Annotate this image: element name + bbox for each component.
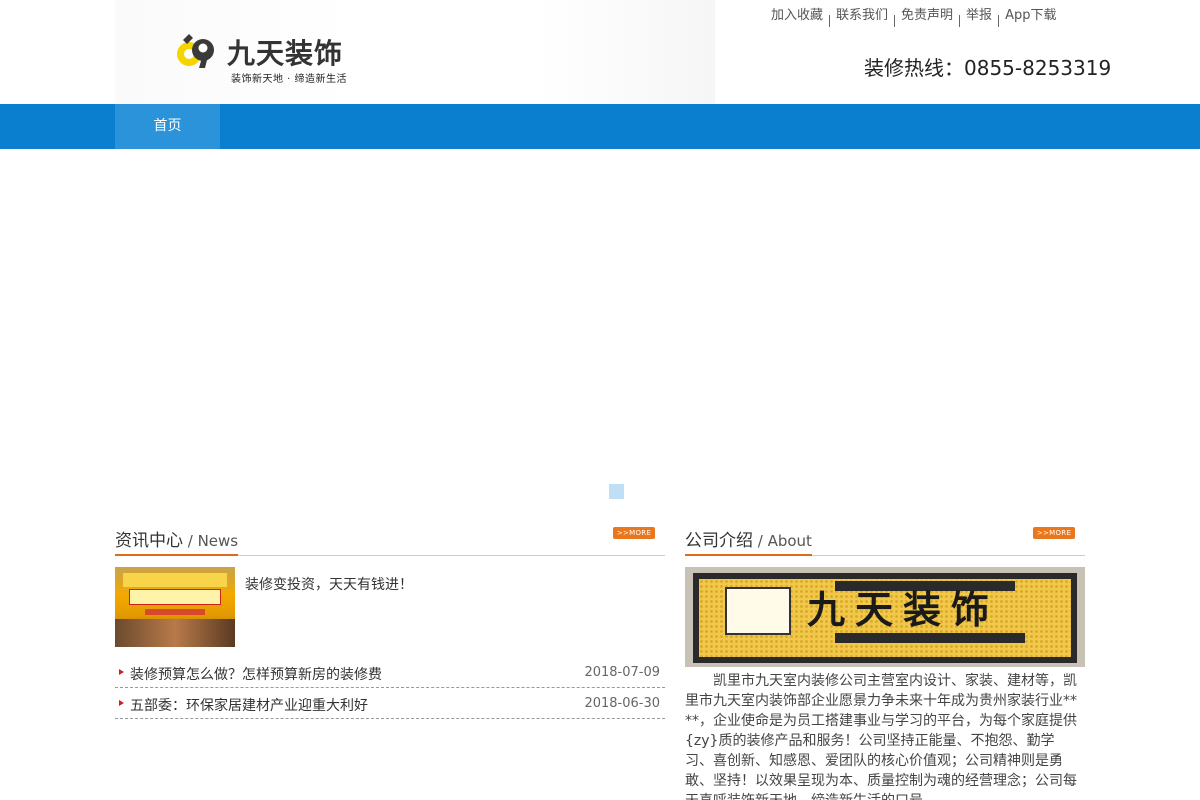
- news-section-header: 资讯中心 / News >>MORE: [115, 522, 665, 556]
- about-section-title: 公司介绍 / About: [685, 526, 812, 556]
- contact-us-link[interactable]: 联系我们: [830, 7, 894, 25]
- add-favorite-link[interactable]: 加入收藏: [765, 7, 829, 25]
- news-item-title[interactable]: 装修预算怎么做？怎样预算新房的装修费: [130, 664, 382, 684]
- top-links: 加入收藏 联系我们 免责声明 举报 App下载: [765, 5, 1062, 27]
- bullet-icon: [119, 700, 124, 706]
- sign-brand-text: 九天装饰: [807, 588, 1000, 632]
- main-nav: 首页: [0, 104, 1200, 149]
- banner-slider: [0, 149, 1200, 509]
- about-more-button[interactable]: >>MORE: [1033, 527, 1075, 539]
- about-description: 凯里市九天室内装修公司主营室内设计、家装、建材等，凯里市九天室内装饰部企业愿景力…: [685, 673, 1077, 800]
- logo-title: 九天装饰: [227, 37, 344, 70]
- nav-item-home[interactable]: 首页: [115, 104, 220, 149]
- news-featured-title[interactable]: 装修变投资，天天有钱进！: [245, 574, 413, 594]
- report-link[interactable]: 举报: [960, 7, 998, 25]
- bullet-icon: [119, 669, 124, 675]
- about-title-cn: 公司介绍: [685, 531, 753, 551]
- about-title-en: / About: [753, 532, 812, 550]
- news-title-en: / News: [183, 532, 239, 550]
- news-item-date: 2018-07-09: [584, 665, 660, 680]
- news-list-item[interactable]: 装修预算怎么做？怎样预算新房的装修费 2018-07-09: [115, 657, 665, 688]
- app-download-link[interactable]: App下载: [999, 7, 1062, 25]
- news-item-date: 2018-06-30: [584, 696, 660, 711]
- banner-pager-dot[interactable]: [609, 484, 624, 499]
- news-list-item[interactable]: 五部委：环保家居建材产业迎重大利好 2018-06-30: [115, 688, 665, 719]
- logo-slogan: 装饰新天地 · 缔造新生活: [231, 74, 348, 85]
- about-section-header: 公司介绍 / About >>MORE: [685, 522, 1085, 556]
- site-logo[interactable]: 九天装饰 装饰新天地 · 缔造新生活: [175, 28, 365, 88]
- header: 九天装饰 装饰新天地 · 缔造新生活 加入收藏 联系我们 免责声明 举报 App…: [0, 0, 1200, 104]
- disclaimer-link[interactable]: 免责声明: [895, 7, 959, 25]
- sign-logo-icon: [725, 587, 791, 635]
- hotline: 装修热线：0855-8253319: [864, 56, 1112, 80]
- news-title-cn: 资讯中心: [115, 531, 183, 551]
- company-storefront-image: 九天装饰: [685, 567, 1085, 667]
- page: 九天装饰 装饰新天地 · 缔造新生活 加入收藏 联系我们 免责声明 举报 App…: [0, 0, 1200, 800]
- news-more-button[interactable]: >>MORE: [613, 527, 655, 539]
- news-item-title[interactable]: 五部委：环保家居建材产业迎重大利好: [130, 695, 368, 715]
- news-section-title: 资讯中心 / News: [115, 526, 239, 556]
- logo-mark-icon: [177, 34, 214, 68]
- news-featured-image[interactable]: [115, 567, 235, 647]
